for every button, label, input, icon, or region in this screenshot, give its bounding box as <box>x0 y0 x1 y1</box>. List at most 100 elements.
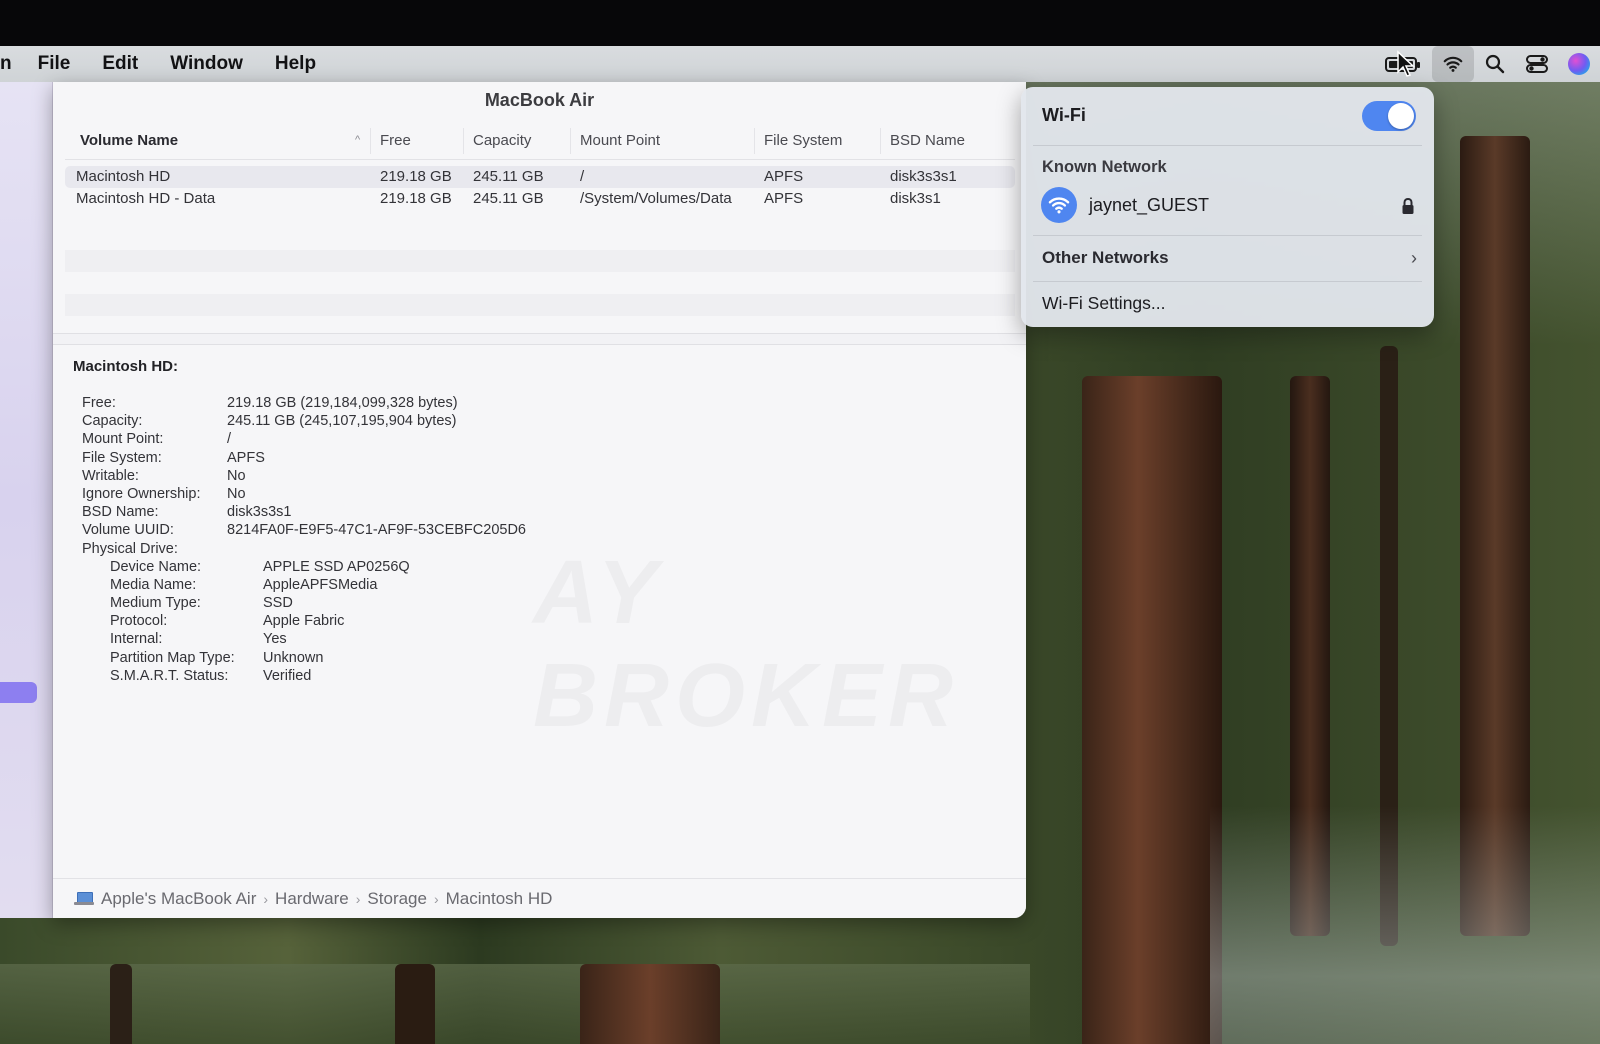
cell-volume-name: Macintosh HD - Data <box>76 190 216 207</box>
menu-help[interactable]: Help <box>275 53 316 75</box>
detail-key: Mount Point: <box>82 431 164 448</box>
detail-key: File System: <box>82 449 162 466</box>
known-network-label: Known Network <box>1042 158 1167 176</box>
chevron-right-icon: › <box>355 890 361 907</box>
detail-value: disk3s3s1 <box>227 504 292 521</box>
wifi-menu: Wi-Fi Known Network jaynet_GUEST Other N… <box>1021 87 1434 327</box>
cell-bsd-name: disk3s3s1 <box>890 168 957 185</box>
detail-value: Apple Fabric <box>263 613 345 630</box>
detail-field-capacity: Capacity: 245.11 GB (245,107,195,904 byte… <box>73 413 973 431</box>
cell-file-system: APFS <box>764 168 804 185</box>
detail-key: Free: <box>82 395 116 411</box>
column-header-mount-point[interactable]: Mount Point <box>580 132 660 149</box>
forest-ground <box>0 964 1030 1044</box>
wifi-network-icon <box>1041 187 1077 223</box>
detail-field-protocol: Protocol: Apple Fabric <box>73 613 973 631</box>
detail-key: Protocol: <box>110 613 168 630</box>
chevron-right-icon: › <box>433 890 439 907</box>
column-header-volume-name[interactable]: Volume Name <box>80 132 178 149</box>
detail-field-device-name: Device Name: APPLE SSD AP0256Q <box>73 559 973 577</box>
menu-edit[interactable]: Edit <box>102 53 138 75</box>
sidebar-selected-item[interactable] <box>0 682 37 703</box>
detail-value: No <box>227 467 246 484</box>
mouse-cursor-icon <box>1397 50 1415 77</box>
menu-separator <box>1033 145 1422 146</box>
forest-mist <box>1210 806 1600 1044</box>
detail-value: 245.11 GB (245,107,195,904 bytes) <box>227 413 457 430</box>
other-networks-item[interactable]: Other Networks › <box>1042 248 1417 268</box>
cell-free: 219.18 GB <box>380 168 452 185</box>
column-header-bsd-name[interactable]: BSD Name <box>890 132 965 149</box>
detail-field-free: Free: 219.18 GB (219,184,099,328 bytes) <box>73 395 973 413</box>
detail-field-writable: Writable: No <box>73 468 973 486</box>
detail-value: Unknown <box>263 649 324 666</box>
detail-value: No <box>227 485 246 502</box>
table-row[interactable]: Macintosh HD 219.18 GB 245.11 GB / APFS … <box>65 166 1015 188</box>
cell-file-system: APFS <box>764 190 804 207</box>
detail-key: Media Name: <box>110 576 197 593</box>
tree-trunk <box>580 964 720 1044</box>
column-header-file-system[interactable]: File System <box>764 132 842 149</box>
volume-detail-pane: Macintosh HD: Free: 219.18 GB (219,184,09… <box>73 358 973 686</box>
detail-key: Writable: <box>82 467 139 484</box>
menu-app-name[interactable]: n <box>0 53 12 75</box>
search-icon[interactable] <box>1474 46 1516 82</box>
detail-key: Partition Map Type: <box>110 649 235 666</box>
siri-icon[interactable] <box>1558 46 1600 82</box>
path-crumb-computer[interactable]: Apple's MacBook Air <box>101 889 256 909</box>
menu-window[interactable]: Window <box>170 53 243 75</box>
network-name: jaynet_GUEST <box>1089 195 1210 215</box>
chevron-right-icon: › <box>1411 248 1417 268</box>
cell-capacity: 245.11 GB <box>473 190 544 207</box>
detail-title: Macintosh HD: <box>73 358 178 375</box>
detail-value: 219.18 GB (219,184,099,328 bytes) <box>227 395 458 411</box>
detail-field-internal: Internal: Yes <box>73 631 973 649</box>
column-header-capacity[interactable]: Capacity <box>473 132 531 149</box>
detail-key: Device Name: <box>110 558 202 575</box>
tree-trunk <box>395 964 435 1044</box>
wifi-toggle[interactable] <box>1362 101 1416 131</box>
detail-key: Internal: <box>110 631 163 648</box>
table-header: Volume Name ^ Free Capacity Mount Point … <box>65 120 1015 160</box>
wifi-menu-title: Wi-Fi <box>1042 105 1086 125</box>
known-network-item[interactable]: jaynet_GUEST <box>1031 185 1424 225</box>
detail-field-mount-point: Mount Point: / <box>73 431 973 449</box>
tree-trunk <box>1082 376 1222 1044</box>
path-crumb-volume[interactable]: Macintosh HD <box>446 889 553 909</box>
detail-key: S.M.A.R.T. Status: <box>110 667 229 684</box>
detail-field-bsd-name: BSD Name: disk3s3s1 <box>73 504 973 522</box>
split-view-divider[interactable] <box>53 333 1026 345</box>
wifi-icon[interactable] <box>1432 46 1474 82</box>
detail-value: APFS <box>227 449 265 466</box>
detail-field-physical-drive: Physical Drive: <box>73 541 973 559</box>
detail-value: SSD <box>263 595 293 612</box>
wifi-settings-item[interactable]: Wi-Fi Settings... <box>1042 293 1166 314</box>
toggle-knob <box>1388 103 1414 129</box>
table-row[interactable]: Macintosh HD - Data 219.18 GB 245.11 GB … <box>65 188 1015 210</box>
column-header-free[interactable]: Free <box>380 132 411 149</box>
menu-bar: n File Edit Window Help <box>0 46 1600 82</box>
menu-separator <box>1033 281 1422 282</box>
path-crumb-storage[interactable]: Storage <box>367 889 427 909</box>
control-center-icon[interactable] <box>1516 46 1558 82</box>
detail-field-file-system: File System: APFS <box>73 450 973 468</box>
table-empty-rows <box>65 228 1015 333</box>
cell-mount-point: / <box>580 168 585 185</box>
chevron-right-icon: › <box>263 890 269 907</box>
path-crumb-hardware[interactable]: Hardware <box>275 889 349 909</box>
detail-field-ignore-ownership: Ignore Ownership: No <box>73 486 973 504</box>
detail-key: Ignore Ownership: <box>82 485 201 502</box>
detail-field-media-name: Media Name: AppleAPFSMedia <box>73 577 973 595</box>
detail-key: BSD Name: <box>82 504 159 521</box>
detail-value: Verified <box>263 667 312 684</box>
lock-icon <box>1402 197 1414 214</box>
cell-free: 219.18 GB <box>380 190 452 207</box>
detail-field-medium-type: Medium Type: SSD <box>73 595 973 613</box>
detail-key: Volume UUID: <box>82 522 174 539</box>
menu-separator <box>1033 235 1422 236</box>
laptop-icon <box>74 892 94 905</box>
volumes-table: Volume Name ^ Free Capacity Mount Point … <box>65 120 1015 210</box>
other-networks-label: Other Networks <box>1042 248 1169 267</box>
menu-file[interactable]: File <box>38 53 71 75</box>
cell-capacity: 245.11 GB <box>473 168 544 185</box>
